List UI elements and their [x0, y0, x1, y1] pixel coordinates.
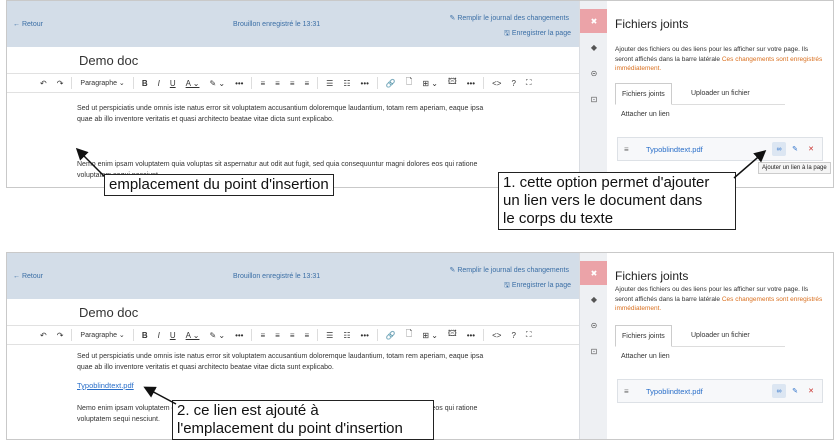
- arrow-link-option: [733, 150, 767, 179]
- arrow-insertion-point: [75, 147, 105, 177]
- arrow-link-added: [143, 386, 177, 405]
- annotation-arrows: [75, 147, 767, 405]
